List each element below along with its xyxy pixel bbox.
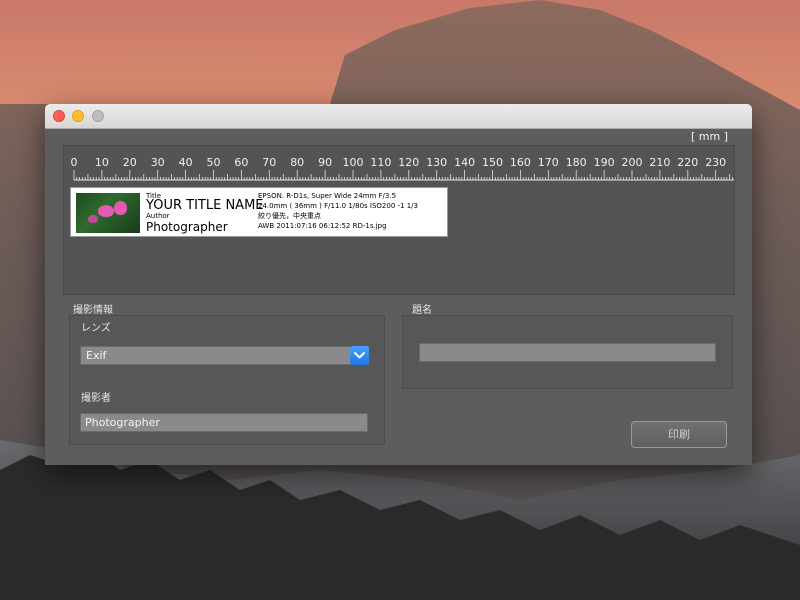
- ruler-tick-label: 160: [510, 156, 531, 169]
- ruler-tick-label: 230: [705, 156, 726, 169]
- ruler-tick-label: 200: [622, 156, 643, 169]
- ruler-tick-label: 220: [677, 156, 698, 169]
- ruler-tick-label: 150: [482, 156, 503, 169]
- label-preview-area: 0 10 20 30 40 50 60 70 80 90 100 110 120 130 140 150 160…: [63, 145, 735, 295]
- ruler-tick-label: 10: [95, 156, 109, 169]
- ruler-tick-label: 120: [398, 156, 419, 169]
- shooting-info-section-label: 撮影情報: [73, 305, 113, 316]
- lens-select-value: Exif: [86, 349, 107, 362]
- exif-line: 絞り優先，中央重点: [258, 212, 321, 220]
- exif-line: AWB 2011:07:16 06:12:52 RD-1s.jpg: [258, 222, 387, 230]
- ruler-tick-label: 80: [290, 156, 304, 169]
- photographer-label: 撮影者: [81, 393, 111, 404]
- lens-select[interactable]: Exif: [80, 346, 369, 365]
- ruler-tick-label: 130: [426, 156, 447, 169]
- lens-dropdown-button[interactable]: [350, 346, 369, 365]
- exif-line: 24.0mm ( 36mm ) F/11.0 1/80s ISO200 -1 1…: [258, 202, 418, 210]
- mm-ruler: 0 10 20 30 40 50 60 70 80 90 100 110 120 130 140 150 160…: [71, 156, 734, 181]
- label-author: Photographer: [146, 220, 228, 234]
- window-titlebar[interactable]: [45, 104, 752, 129]
- ruler-tick-label: 180: [566, 156, 587, 169]
- minimize-window-button[interactable]: [72, 110, 84, 122]
- ruler-tick-label: 70: [262, 156, 276, 169]
- app-window: [ mm ] 0 10 20 30 40 50 60 70 80 90 100 110 120 130 14…: [45, 104, 752, 465]
- ruler-tick-label: 190: [594, 156, 615, 169]
- ruler-tick-label: 20: [123, 156, 137, 169]
- exif-line: EPSON. R-D1s, Super Wide 24mm F/3.5: [258, 192, 397, 200]
- ruler-tick-label: 30: [151, 156, 165, 169]
- ruler-tick-label: 100: [343, 156, 364, 169]
- ruler-tick-label: 0: [71, 156, 78, 169]
- ruler-tick-label: 170: [538, 156, 559, 169]
- ruler-unit-label: [ mm ]: [690, 130, 728, 143]
- ruler-tick-label: 50: [207, 156, 221, 169]
- photographer-input[interactable]: [80, 413, 368, 432]
- label-title: YOUR TITLE NAME: [146, 198, 264, 213]
- print-label-preview: Title YOUR TITLE NAME Author Photographe…: [70, 187, 448, 237]
- author-caption: Author: [146, 212, 170, 220]
- ruler-tick-label: 140: [454, 156, 475, 169]
- photo-thumbnail: [76, 193, 140, 233]
- ruler-tick-label: 40: [179, 156, 193, 169]
- zoom-window-button[interactable]: [92, 110, 104, 122]
- chevron-down-icon: [354, 352, 365, 359]
- ruler-tick-label: 90: [318, 156, 332, 169]
- title-section-label: 題名: [412, 305, 432, 316]
- ruler-tick-label: 110: [370, 156, 391, 169]
- lens-label: レンズ: [81, 323, 111, 334]
- close-window-button[interactable]: [53, 110, 65, 122]
- print-button[interactable]: 印刷: [631, 421, 727, 448]
- ruler-tick-label: 60: [234, 156, 248, 169]
- ruler-tick-label: 210: [649, 156, 670, 169]
- title-input[interactable]: [419, 343, 716, 362]
